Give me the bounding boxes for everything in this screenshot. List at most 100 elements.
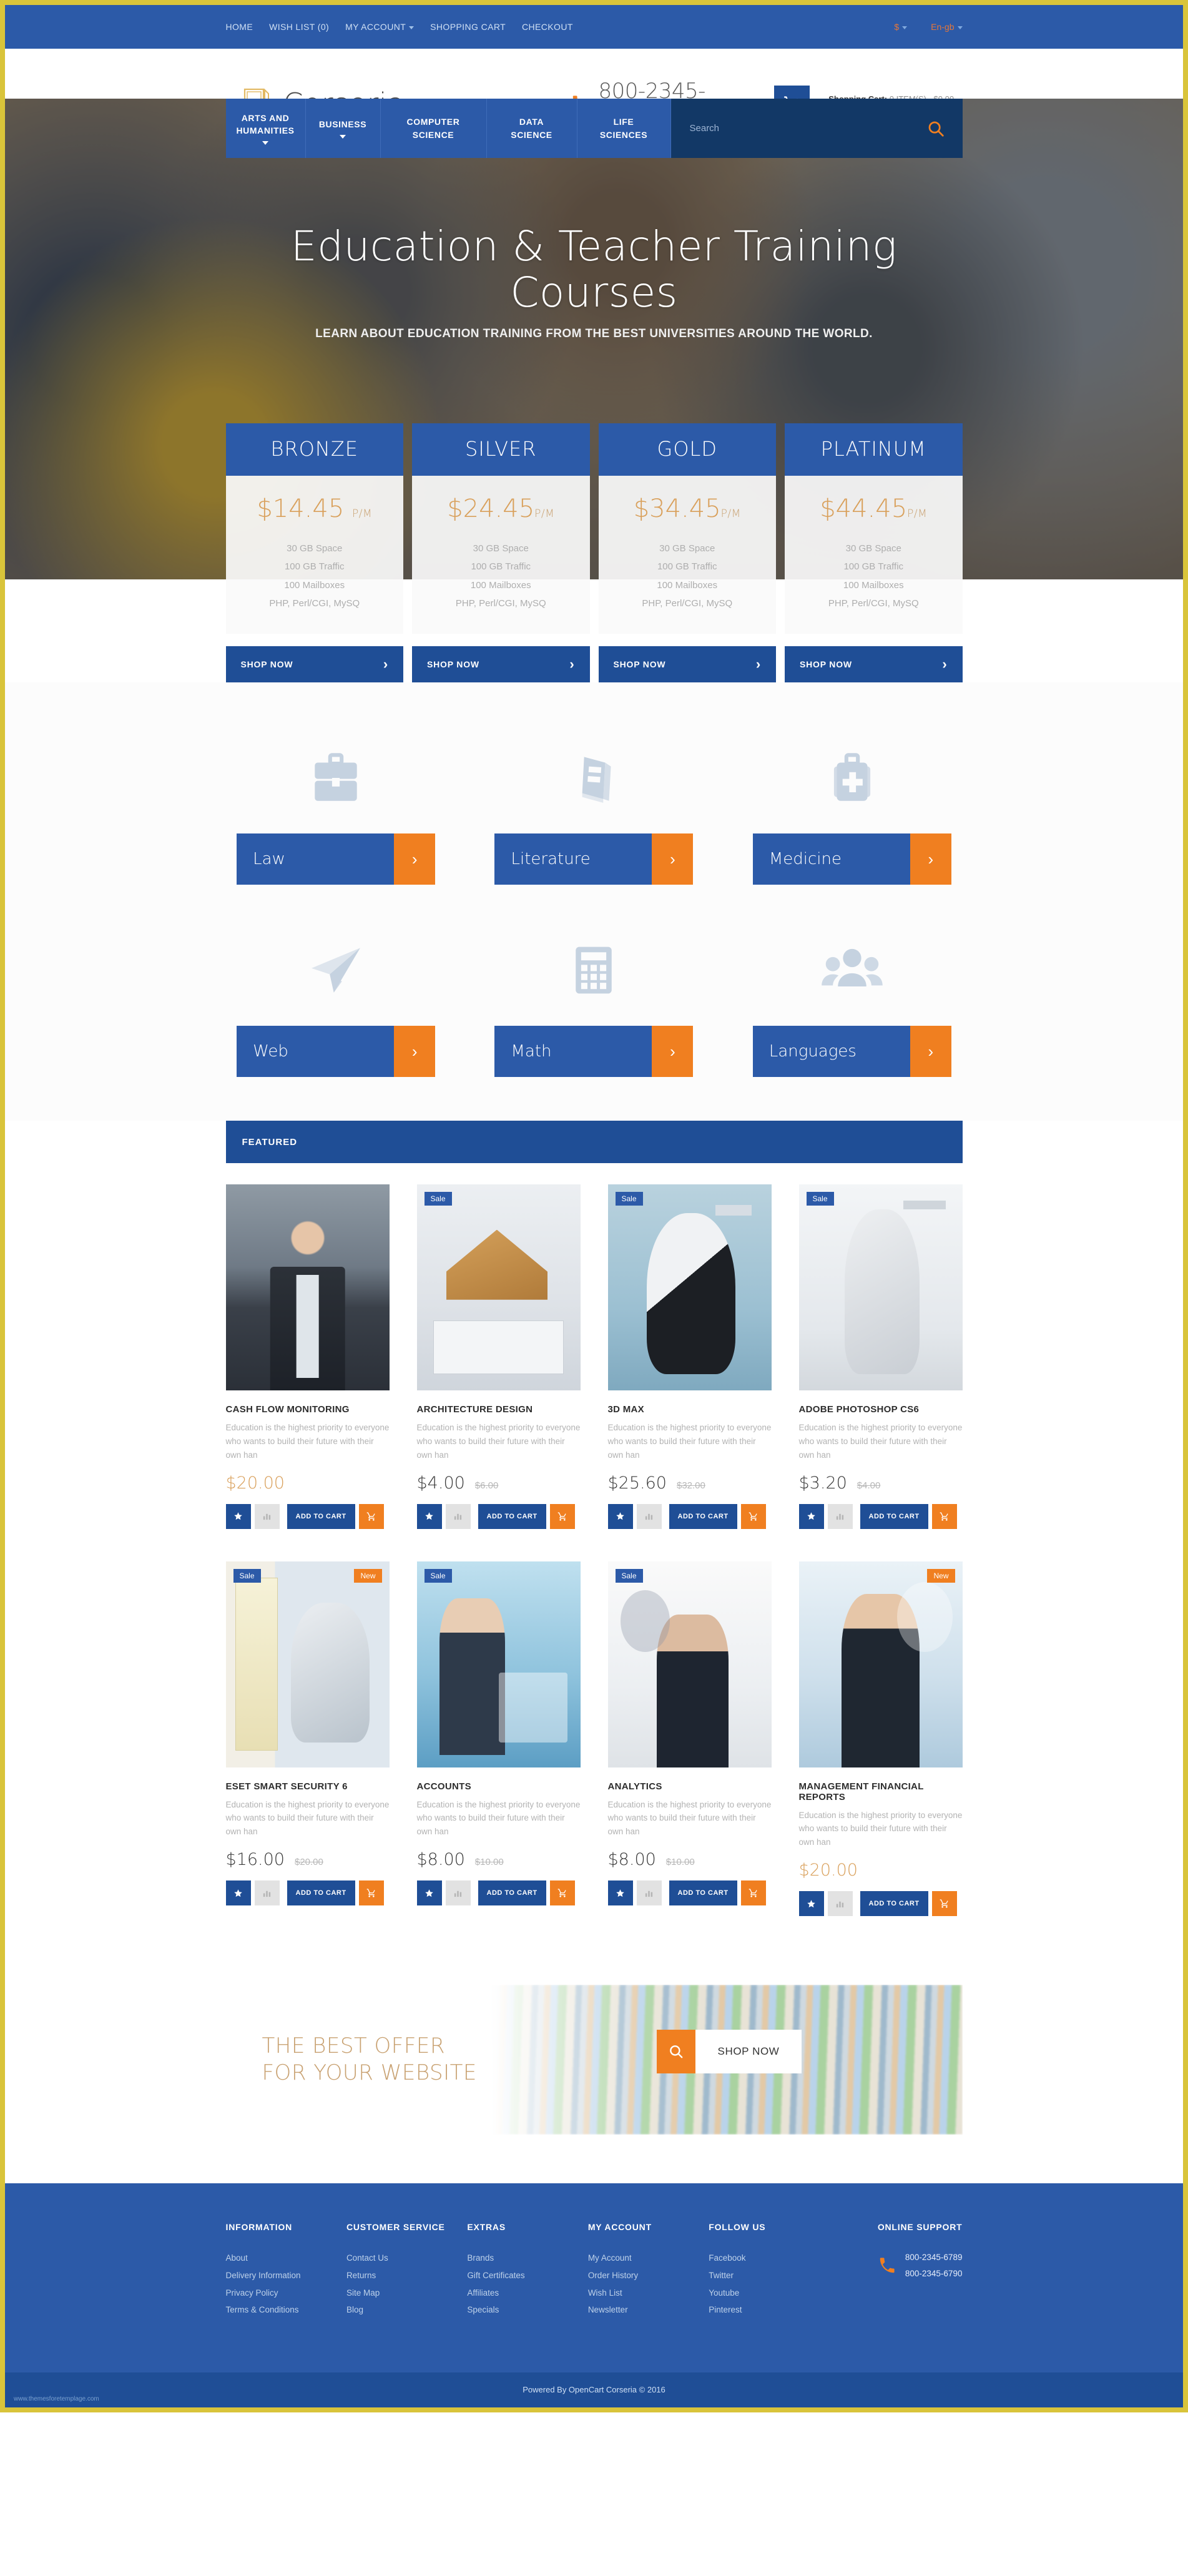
category-button-literature[interactable]: Literature ›	[494, 833, 694, 885]
compare-button[interactable]	[636, 1503, 662, 1529]
category-button-math[interactable]: Math ›	[494, 1026, 694, 1077]
search-input[interactable]	[689, 123, 926, 134]
topnav-link-shopping-cart[interactable]: SHOPPING CART	[430, 22, 506, 32]
product-image[interactable]: New	[798, 1561, 963, 1767]
add-to-cart-button[interactable]: ADD TO CART	[860, 1891, 928, 1917]
product-image[interactable]: Sale	[798, 1184, 963, 1390]
nav-item-business[interactable]: BUSINESS	[306, 99, 381, 158]
nav-item-data-science[interactable]: DATA SCIENCE	[487, 99, 577, 158]
footer-link[interactable]: Returns	[346, 2267, 467, 2284]
category-button-law[interactable]: Law ›	[237, 833, 436, 885]
cart-icon[interactable]	[931, 1503, 957, 1529]
cart-icon[interactable]	[358, 1503, 384, 1529]
product-image[interactable]	[225, 1184, 390, 1390]
product-image[interactable]: Sale	[607, 1184, 772, 1390]
footer-link[interactable]: Affiliates	[467, 2284, 587, 2302]
add-to-cart-button[interactable]: ADD TO CART	[669, 1503, 737, 1529]
product-title[interactable]: ADOBE PHOTOSHOP CS6	[799, 1404, 963, 1415]
footer-link[interactable]: Specials	[467, 2301, 587, 2319]
cart-icon[interactable]	[931, 1891, 957, 1917]
product-description: Education is the highest priority to eve…	[798, 1810, 963, 1847]
category-button-web[interactable]: Web ›	[237, 1026, 436, 1077]
add-to-wishlist-button[interactable]	[225, 1503, 251, 1529]
product-title[interactable]: CASH FLOW MONITORING	[226, 1404, 390, 1415]
language-selector[interactable]: En-gb	[931, 22, 963, 32]
plan-shop-now-button[interactable]: SHOP NOW ›	[412, 646, 590, 682]
cart-icon[interactable]	[740, 1503, 766, 1529]
product-image[interactable]: Sale	[607, 1561, 772, 1767]
add-to-cart-button[interactable]: ADD TO CART	[478, 1880, 546, 1906]
product-image[interactable]: Sale New	[225, 1561, 390, 1767]
footer-link[interactable]: Order History	[588, 2267, 709, 2284]
add-to-cart-button[interactable]: ADD TO CART	[860, 1503, 928, 1529]
product-title[interactable]: ACCOUNTS	[417, 1781, 581, 1792]
add-to-wishlist-button[interactable]	[416, 1880, 442, 1906]
footer-link[interactable]: Pinterest	[709, 2301, 829, 2319]
product-price: $3.20	[798, 1473, 847, 1493]
compare-button[interactable]	[827, 1503, 853, 1529]
add-to-wishlist-button[interactable]	[798, 1503, 824, 1529]
add-to-wishlist-button[interactable]	[416, 1503, 442, 1529]
add-to-wishlist-button[interactable]	[607, 1880, 633, 1906]
nav-item-computer-science[interactable]: COMPUTER SCIENCE	[381, 99, 487, 158]
plan-shop-now-button[interactable]: SHOP NOW ›	[598, 646, 776, 682]
support-phone: 800-2345-6790	[905, 2269, 963, 2279]
nav-item-life-sciences[interactable]: LIFE SCIENCES	[577, 99, 671, 158]
cart-icon[interactable]	[549, 1503, 575, 1529]
cart-icon[interactable]	[549, 1880, 575, 1906]
footer-link[interactable]: Contact Us	[346, 2249, 467, 2267]
compare-button[interactable]	[254, 1503, 280, 1529]
category-button-medicine[interactable]: Medicine ›	[752, 833, 951, 885]
footer-link[interactable]: Wish List	[588, 2284, 709, 2302]
category-button-languages[interactable]: Languages ›	[752, 1026, 951, 1077]
footer-link[interactable]: Facebook	[709, 2249, 829, 2267]
topnav-link-my-account[interactable]: MY ACCOUNT	[345, 22, 415, 32]
product-image[interactable]: Sale	[416, 1184, 581, 1390]
topnav-link-checkout[interactable]: CHECKOUT	[522, 22, 573, 32]
top-nav: HOME WISH LIST (0) MY ACCOUNT SHOPPING C…	[226, 22, 573, 32]
product-title[interactable]: 3D MAX	[608, 1404, 772, 1415]
currency-selector[interactable]: $	[894, 22, 908, 32]
footer-link[interactable]: Twitter	[709, 2267, 829, 2284]
product-image[interactable]: Sale	[416, 1561, 581, 1767]
footer-link[interactable]: Privacy Policy	[226, 2284, 346, 2302]
footer-link[interactable]: Blog	[346, 2301, 467, 2319]
plan-shop-now-button[interactable]: SHOP NOW ›	[225, 646, 403, 682]
topnav-link-home[interactable]: HOME	[226, 22, 253, 32]
footer-link[interactable]: About	[226, 2249, 346, 2267]
product-title[interactable]: ARCHITECTURE DESIGN	[417, 1404, 581, 1415]
product-card: Sale ADOBE PHOTOSHOP CS6 Education is th…	[798, 1184, 963, 1529]
compare-button[interactable]	[827, 1891, 853, 1917]
footer-link[interactable]: Delivery Information	[226, 2267, 346, 2284]
add-to-cart-button[interactable]: ADD TO CART	[669, 1880, 737, 1906]
add-to-wishlist-button[interactable]	[798, 1891, 824, 1917]
product-title[interactable]: ESET SMART SECURITY 6	[226, 1781, 390, 1792]
compare-button[interactable]	[254, 1880, 280, 1906]
nav-item-arts-and-humanities[interactable]: ARTS AND HUMANITIES	[226, 99, 306, 158]
offer-shop-now-button[interactable]: SHOP NOW	[656, 2030, 802, 2074]
sale-badge: Sale	[233, 1568, 261, 1583]
footer-link[interactable]: Brands	[467, 2249, 587, 2267]
add-to-wishlist-button[interactable]	[225, 1880, 251, 1906]
footer-link[interactable]: Gift Certificates	[467, 2267, 587, 2284]
footer-link[interactable]: My Account	[588, 2249, 709, 2267]
cart-icon[interactable]	[740, 1880, 766, 1906]
add-to-cart-button[interactable]: ADD TO CART	[287, 1503, 355, 1529]
add-to-wishlist-button[interactable]	[607, 1503, 633, 1529]
topnav-link-wishlist[interactable]: WISH LIST (0)	[269, 22, 329, 32]
search-icon[interactable]	[926, 119, 945, 138]
footer-link[interactable]: Youtube	[709, 2284, 829, 2302]
footer-link[interactable]: Site Map	[346, 2284, 467, 2302]
product-title[interactable]: MANAGEMENT FINANCIAL REPORTS	[799, 1781, 963, 1802]
compare-button[interactable]	[445, 1880, 471, 1906]
footer-link[interactable]: Terms & Conditions	[226, 2301, 346, 2319]
footer-link[interactable]: Newsletter	[588, 2301, 709, 2319]
featured-section: FEATURED CASH FLOW MONITORING Education …	[0, 1121, 1188, 1942]
compare-button[interactable]	[636, 1880, 662, 1906]
cart-icon[interactable]	[358, 1880, 384, 1906]
compare-button[interactable]	[445, 1503, 471, 1529]
add-to-cart-button[interactable]: ADD TO CART	[287, 1880, 355, 1906]
add-to-cart-button[interactable]: ADD TO CART	[478, 1503, 546, 1529]
product-title[interactable]: ANALYTICS	[608, 1781, 772, 1792]
plan-shop-now-button[interactable]: SHOP NOW ›	[785, 646, 963, 682]
